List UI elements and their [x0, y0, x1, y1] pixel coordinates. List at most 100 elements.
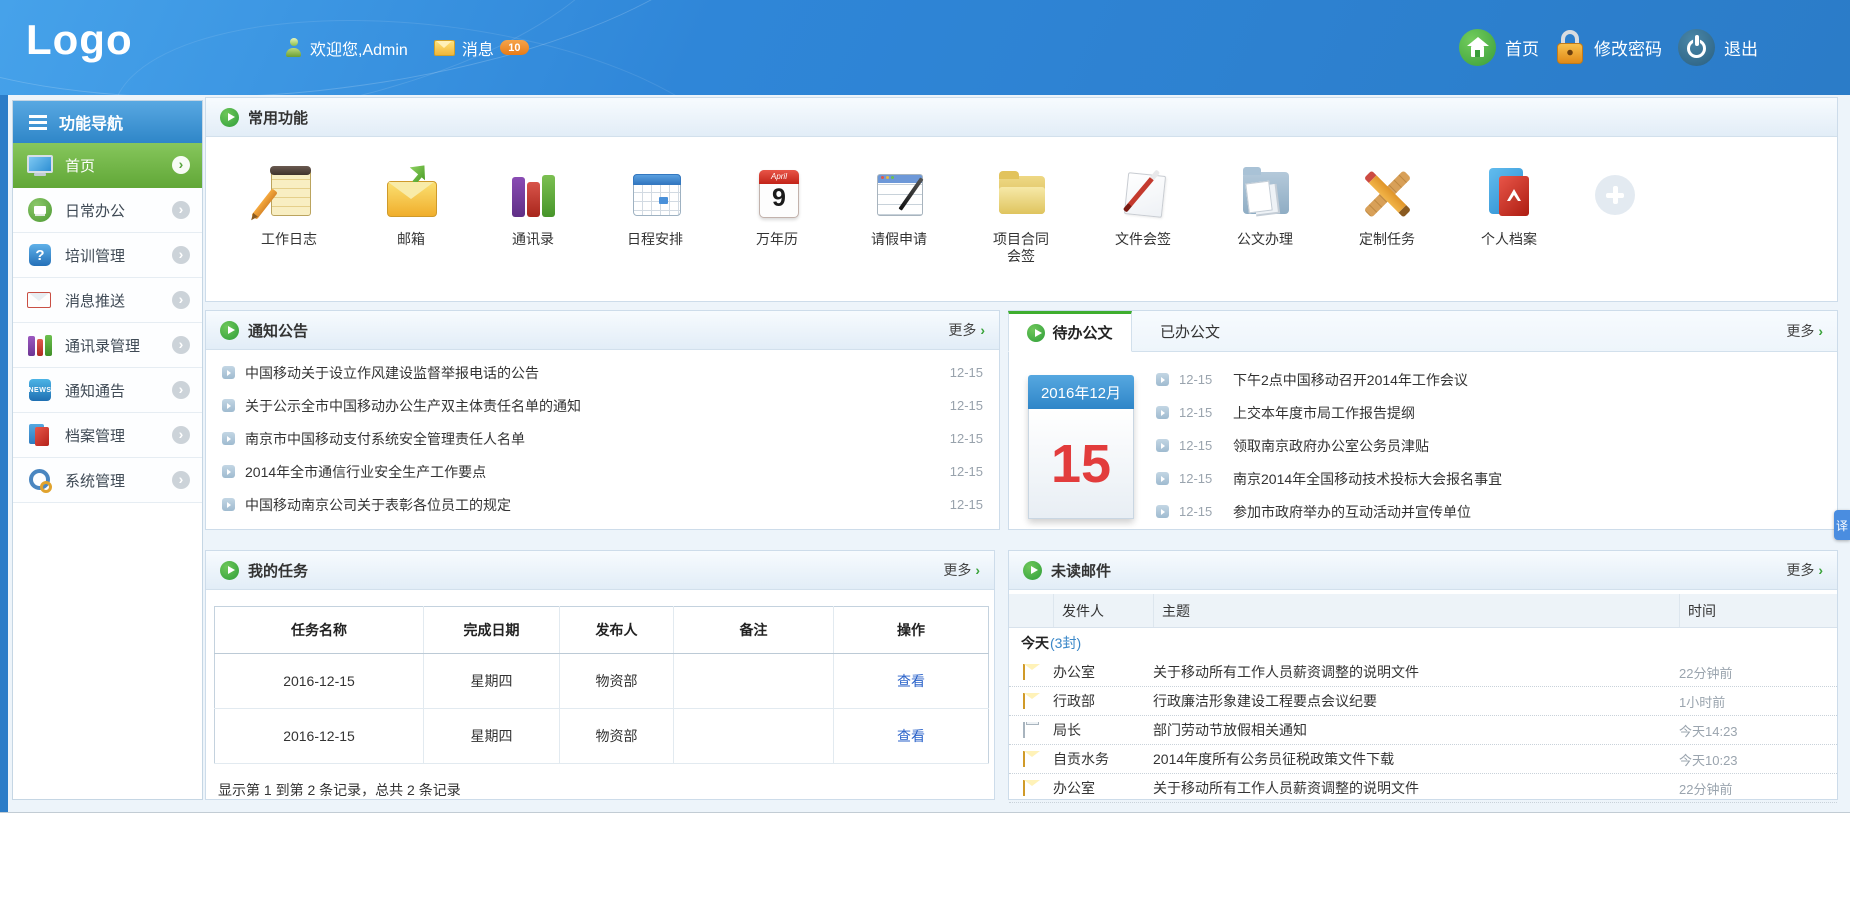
pending-doc-list: 12-15 下午2点中国移动召开2014年工作会议 12-15 上交本年度市局工…: [1156, 363, 1825, 528]
quick-item-mailbox[interactable]: 邮箱: [375, 163, 447, 248]
task-due: 星期四: [424, 709, 560, 764]
sidebar-item-contacts[interactable]: 通讯录管理: [13, 323, 202, 368]
doc-date: 12-15: [1179, 372, 1223, 387]
view-link[interactable]: 查看: [897, 673, 925, 689]
address-books-icon: [497, 163, 569, 225]
messages-link[interactable]: 消息: [462, 36, 494, 60]
office-icon: [27, 197, 53, 223]
sidebar-item-home[interactable]: 首页: [13, 143, 202, 188]
logo: Logo: [26, 16, 133, 64]
training-icon: [27, 242, 53, 268]
quick-item-schedule[interactable]: 日程安排: [619, 163, 691, 248]
chevron-right-icon: [172, 471, 190, 489]
quick-item-contract-countersign[interactable]: 项目合同会签: [985, 163, 1057, 265]
calendar-month: 2016年12月: [1028, 375, 1134, 409]
doc-item[interactable]: 12-15 上交本年度市局工作报告提纲: [1156, 396, 1825, 429]
more-link[interactable]: 更多: [1786, 321, 1837, 341]
sidebar-item-daily-office[interactable]: 日常办公: [13, 188, 202, 233]
arrow-bullet-icon: [1156, 472, 1169, 485]
sidebar-item-label: 消息推送: [65, 290, 172, 311]
chevron-right-icon: [172, 201, 190, 219]
col-task-name: 任务名称: [215, 607, 424, 654]
mail-row[interactable]: 办公室 关于移动所有工作人员薪资调整的说明文件 22分钟前: [1009, 658, 1837, 687]
doc-text: 南京2014年全国移动技术投标大会报名事宜: [1233, 469, 1502, 489]
notice-date: 12-15: [950, 497, 983, 512]
user-icon: [285, 38, 302, 57]
table-row: 2016-12-15 星期四 物资部 查看: [215, 654, 989, 709]
folder-contract-icon: [985, 163, 1057, 225]
tasks-table: 任务名称 完成日期 发布人 备注 操作 2016-12-15 星期四 物资部 查…: [214, 606, 989, 764]
panel-header: 我的任务 更多: [206, 551, 994, 590]
sidebar-item-label: 档案管理: [65, 425, 172, 446]
calendar-widget: 2016年12月 15: [1028, 375, 1134, 519]
mail-group-row: 今天 (3封): [1009, 628, 1837, 658]
more-link[interactable]: 更多: [948, 320, 985, 340]
notice-item[interactable]: 南京市中国移动支付系统安全管理责任人名单 12-15: [206, 422, 999, 455]
quick-item-official-docs[interactable]: 公文办理: [1229, 163, 1301, 248]
message-count-badge: 10: [500, 40, 529, 55]
mail-time: 今天14:23: [1679, 721, 1837, 740]
notice-item[interactable]: 关于公示全市中国移动办公生产双主体责任名单的通知 12-15: [206, 389, 999, 422]
mail-header-row: 发件人 主题 时间: [1009, 594, 1837, 628]
mail-subject: 部门劳动节放假相关通知: [1153, 720, 1679, 740]
quick-item-custom-task[interactable]: 定制任务: [1351, 163, 1423, 248]
notice-date: 12-15: [950, 464, 983, 479]
nav-change-password-label: 修改密码: [1594, 35, 1662, 60]
news-icon: [27, 377, 53, 403]
sidebar-item-training[interactable]: 培训管理: [13, 233, 202, 278]
mail-row[interactable]: 局长 部门劳动节放假相关通知 今天14:23: [1009, 716, 1837, 745]
quick-item-worklog[interactable]: 工作日志: [253, 163, 325, 248]
sidebar-item-system[interactable]: 系统管理: [13, 458, 202, 503]
notice-item[interactable]: 中国移动关于设立作风建设监督举报电话的公告 12-15: [206, 356, 999, 389]
tab-pending-docs[interactable]: 待办公文: [1008, 311, 1132, 352]
quick-item-personal-archive[interactable]: 个人档案: [1473, 163, 1545, 248]
notices-panel: 通知公告 更多 中国移动关于设立作风建设监督举报电话的公告 12-15 关于公示…: [205, 310, 1000, 530]
task-note: [674, 654, 834, 709]
nav-logout[interactable]: 退出: [1678, 29, 1758, 66]
view-link[interactable]: 查看: [897, 728, 925, 744]
mail-row[interactable]: 办公室 关于移动所有工作人员薪资调整的说明文件 22分钟前: [1009, 774, 1837, 803]
mail-row[interactable]: 自贡水务 2014年度所有公务员征税政策文件下载 今天10:23: [1009, 745, 1837, 774]
more-link[interactable]: 更多: [943, 560, 980, 580]
notice-date: 12-15: [950, 431, 983, 446]
documents-panel: 待办公文 已办公文 更多 2016年12月 15 12-15 下午2点中国移动召…: [1008, 310, 1838, 530]
tab-processed-docs[interactable]: 已办公文: [1132, 311, 1248, 351]
sidebar-item-message-push[interactable]: 消息推送: [13, 278, 202, 323]
panel-title: 常用功能: [248, 107, 308, 128]
welcome-text: 欢迎您,Admin: [310, 36, 408, 60]
quick-item-contacts[interactable]: 通讯录: [497, 163, 569, 248]
sidebar-item-label: 通知通告: [65, 380, 172, 401]
sidebar-item-notices[interactable]: 通知通告: [13, 368, 202, 413]
arrow-bullet-icon: [222, 432, 235, 445]
envelope-icon: [27, 287, 53, 313]
col-time: 时间: [1679, 594, 1837, 627]
doc-item[interactable]: 12-15 参加市政府举办的互动活动并宣传单位: [1156, 495, 1825, 528]
panel-header: 通知公告 更多: [206, 311, 999, 350]
quick-item-label: 请假申请: [867, 231, 931, 248]
doc-item[interactable]: 12-15 下午2点中国移动召开2014年工作会议: [1156, 363, 1825, 396]
translate-button[interactable]: 译: [1834, 510, 1850, 540]
pdf-folder-icon: [1473, 163, 1545, 225]
mail-send-icon: [375, 163, 447, 225]
panel-header: 未读邮件 更多: [1009, 551, 1837, 590]
sidebar-title: 功能导航: [59, 110, 123, 134]
notice-item[interactable]: 2014年全市通信行业安全生产工作要点 12-15: [206, 455, 999, 488]
quick-item-label: 文件会签: [1111, 231, 1175, 248]
sidebar-item-archives[interactable]: 档案管理: [13, 413, 202, 458]
notice-text: 中国移动关于设立作风建设监督举报电话的公告: [245, 363, 940, 383]
quick-item-perpetual-calendar[interactable]: April 万年历: [741, 163, 813, 248]
quick-item-file-countersign[interactable]: 文件会签: [1107, 163, 1179, 248]
more-link[interactable]: 更多: [1786, 560, 1823, 580]
doc-item[interactable]: 12-15 领取南京政府办公室公务员津贴: [1156, 429, 1825, 462]
add-function-button[interactable]: [1595, 175, 1635, 215]
nav-change-password[interactable]: 修改密码: [1555, 29, 1662, 66]
nav-home[interactable]: 首页: [1459, 29, 1539, 66]
mail-row[interactable]: 行政部 行政廉洁形象建设工程要点会议纪要 1小时前: [1009, 687, 1837, 716]
notice-item[interactable]: 中国移动南京公司关于表彰各位员工的规定 12-15: [206, 488, 999, 521]
sidebar-item-label: 通讯录管理: [65, 335, 172, 356]
mail-time: 22分钟前: [1679, 663, 1837, 682]
quick-item-leave-request[interactable]: 请假申请: [863, 163, 935, 248]
doc-item[interactable]: 12-15 南京2014年全国移动技术投标大会报名事宜: [1156, 462, 1825, 495]
col-sender: 发件人: [1053, 594, 1153, 627]
task-name: 2016-12-15: [215, 709, 424, 764]
